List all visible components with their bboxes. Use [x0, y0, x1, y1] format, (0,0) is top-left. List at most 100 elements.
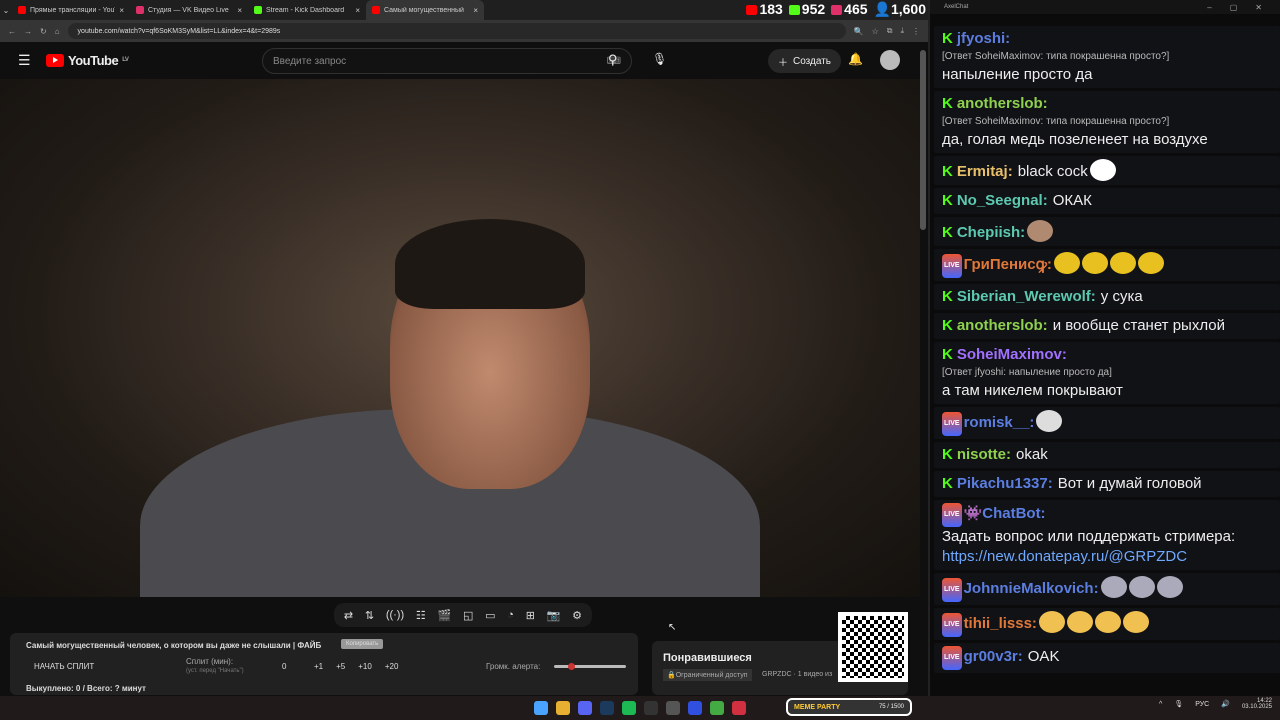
- tab-search-button[interactable]: ⌄: [0, 6, 12, 15]
- window-controls[interactable]: –▢✕: [1207, 3, 1280, 12]
- start-split-button[interactable]: НАЧАТЬ СПЛИТ: [34, 662, 94, 671]
- create-button[interactable]: ＋ Создать: [768, 49, 842, 73]
- split-step-button[interactable]: +5: [336, 662, 345, 671]
- chat-nickname[interactable]: tihii_lisss:: [964, 615, 1037, 632]
- zoom-icon[interactable]: 🔍: [854, 27, 864, 36]
- avatar[interactable]: [880, 50, 900, 70]
- chat-nickname[interactable]: romisk__:: [964, 414, 1035, 431]
- chrome-icon[interactable]: [556, 701, 570, 715]
- loop-icon[interactable]: ⇄: [344, 609, 353, 622]
- bookmark-star-icon[interactable]: ☆: [872, 27, 879, 36]
- sort-icon[interactable]: ⇅: [365, 609, 374, 622]
- chat-nickname[interactable]: jfyoshi:: [957, 30, 1010, 47]
- tab-close-icon[interactable]: ×: [237, 6, 242, 15]
- app-icon[interactable]: [666, 701, 680, 715]
- menu-icon[interactable]: ⋮: [912, 27, 920, 36]
- search-placeholder: Введите запрос: [273, 55, 347, 67]
- split-hint: (уст. перед "Начать"): [186, 668, 244, 674]
- chat-message: K Chepiish:: [934, 217, 1280, 246]
- split-step-button[interactable]: +1: [314, 662, 323, 671]
- tab-title: Студия — VK Видео Live: [148, 6, 229, 14]
- split-step-button[interactable]: +10: [358, 662, 372, 671]
- clapper-icon[interactable]: 🎬: [438, 609, 452, 622]
- chat-message: LIVE gr00v3r: OAK: [934, 643, 1280, 673]
- kick-platform-icon: K: [942, 30, 953, 47]
- tab-close-icon[interactable]: ×: [473, 6, 478, 15]
- chat-nickname[interactable]: Ermitaj:: [957, 163, 1013, 180]
- chat-emote-icon: [1089, 159, 1116, 181]
- kick-platform-icon: K: [942, 95, 953, 112]
- task-app-icon[interactable]: [710, 701, 724, 715]
- tray-chevron-icon[interactable]: ^: [1159, 701, 1162, 708]
- speed-icon[interactable]: ◔: [507, 609, 514, 621]
- url-input[interactable]: youtube.com/watch?v=qf6SoKM3SyM&list=LL&…: [67, 23, 846, 39]
- hamburger-menu-icon[interactable]: ☰: [18, 52, 31, 69]
- chat-nickname[interactable]: Pikachu1337:: [957, 475, 1053, 492]
- chat-nickname[interactable]: anotherslob:: [957, 95, 1048, 112]
- axelchat-icon[interactable]: [732, 701, 746, 715]
- add-frame-icon[interactable]: ⊞: [526, 609, 535, 622]
- download-icon[interactable]: ⤓: [900, 26, 904, 36]
- user-icon: 👤: [873, 0, 891, 17]
- discord-icon[interactable]: [578, 701, 592, 715]
- settings-gear-icon[interactable]: ⚙: [572, 609, 582, 622]
- chat-nickname[interactable]: ГриПенисꝙ:: [964, 256, 1052, 273]
- clock[interactable]: 14:22 03.10.2025: [1242, 698, 1272, 710]
- tab-close-icon[interactable]: ×: [355, 6, 360, 15]
- steam-icon[interactable]: [600, 701, 614, 715]
- browser-tab[interactable]: Stream - Kick Dashboard ×: [248, 0, 366, 20]
- language-indicator[interactable]: РУС: [1195, 701, 1209, 708]
- chat-nickname[interactable]: No_Seegnal:: [957, 192, 1048, 209]
- obs-icon[interactable]: [644, 701, 658, 715]
- volume-tray-icon[interactable]: 🔊: [1221, 700, 1230, 708]
- chat-nickname[interactable]: 👾ChatBot:: [964, 505, 1046, 522]
- mouse-cursor: ↖: [668, 622, 677, 633]
- chat-message: Knisotte: okak: [934, 442, 1280, 468]
- liked-meta: GRPZDC · 1 видео из: [762, 671, 833, 678]
- windows-start-icon[interactable]: [534, 701, 548, 715]
- broadcast-icon[interactable]: ((·)): [386, 609, 404, 621]
- split-step-button[interactable]: +20: [385, 662, 399, 671]
- video-title: Самый могущественный человек, о котором …: [26, 641, 322, 650]
- microphone-icon[interactable]: 🎙: [652, 52, 667, 66]
- browser-tab[interactable]: Студия — VK Видео Live ×: [130, 0, 248, 20]
- browser-tab[interactable]: Самый могущественный ×: [366, 0, 484, 20]
- microphone-tray-icon[interactable]: 🎙: [1174, 700, 1183, 708]
- donation-link[interactable]: https://new.donatepay.ru/@GRPZDC: [942, 547, 1272, 567]
- youtube-logo[interactable]: YouTube LV: [46, 53, 129, 68]
- chat-nickname[interactable]: anotherslob:: [957, 317, 1048, 334]
- vk-live-platform-icon: LIVE: [942, 254, 962, 278]
- chat-nickname[interactable]: SoheiMaximov:: [957, 346, 1067, 363]
- chat-nickname[interactable]: Chepiish:: [957, 224, 1025, 241]
- pip-icon[interactable]: ◱: [463, 609, 473, 622]
- search-input[interactable]: Введите запрос ⌨: [262, 48, 632, 74]
- spotify-icon[interactable]: [622, 701, 636, 715]
- reload-icon[interactable]: ↻: [40, 27, 47, 36]
- notifications-bell-icon[interactable]: 🔔: [848, 52, 863, 66]
- kick-platform-icon: K: [942, 192, 953, 209]
- theater-icon[interactable]: ▭: [485, 609, 495, 622]
- browser-tab[interactable]: Прямые трансляции - YouTube ×: [12, 0, 130, 20]
- extensions-icon[interactable]: ⧉: [887, 26, 893, 36]
- screenshot-icon[interactable]: 📷: [547, 609, 561, 622]
- tab-favicon-icon: [372, 6, 380, 14]
- chat-text: и вообще станет рыхлой: [1052, 317, 1225, 334]
- chat-nickname[interactable]: JohnnieMalkovich:: [964, 580, 1099, 597]
- forward-icon[interactable]: →: [24, 27, 32, 36]
- back-icon[interactable]: ←: [8, 27, 16, 36]
- tab-close-icon[interactable]: ×: [119, 6, 124, 15]
- region-code: LV: [122, 57, 129, 63]
- chat-nickname[interactable]: nisotte:: [957, 446, 1011, 463]
- page-scrollbar[interactable]: [920, 50, 926, 230]
- search-icon[interactable]: ⚲: [608, 52, 618, 68]
- playlist-settings-icon[interactable]: ☷: [416, 609, 426, 622]
- home-icon[interactable]: ⌂: [55, 27, 60, 36]
- copy-button[interactable]: Копировать: [341, 639, 384, 649]
- media-player-icon[interactable]: [688, 701, 702, 715]
- plus-icon: ＋: [778, 57, 788, 69]
- chat-nickname[interactable]: gr00v3r:: [964, 648, 1023, 665]
- chat-nickname[interactable]: Siberian_Werewolf:: [957, 288, 1096, 305]
- video-player[interactable]: [0, 79, 920, 597]
- volume-slider[interactable]: [554, 663, 626, 670]
- split-value: 0: [282, 662, 287, 671]
